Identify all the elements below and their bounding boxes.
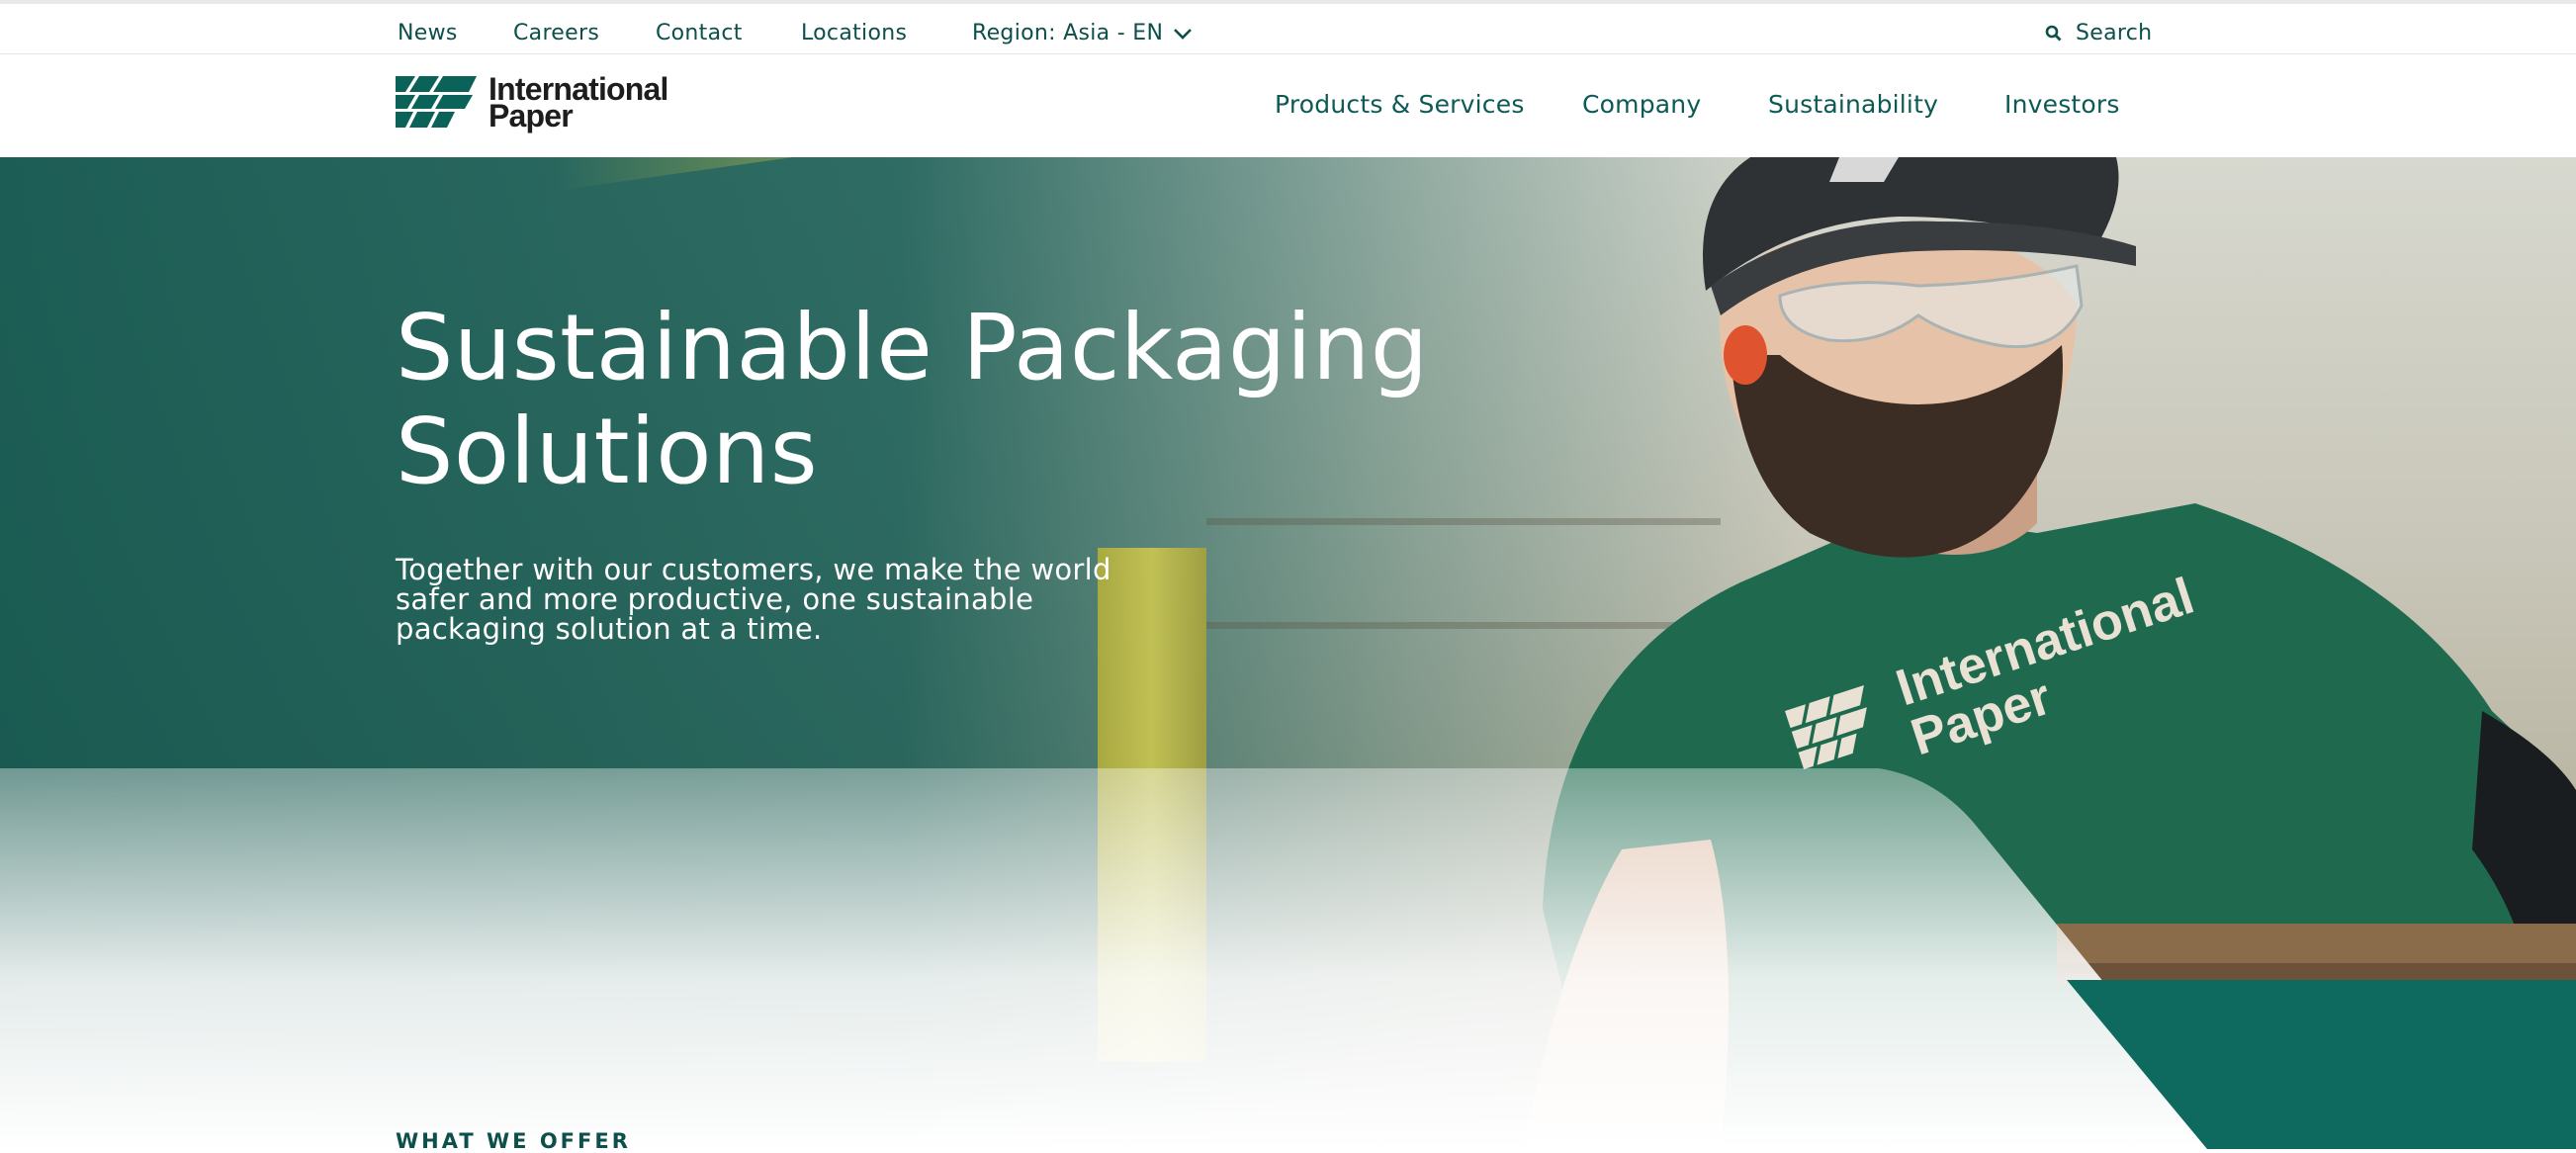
search-label: Search	[2076, 21, 2153, 45]
hero-title: Sustainable Packaging Solutions	[396, 296, 1582, 503]
nav-products-services[interactable]: Products & Services	[1275, 90, 1525, 119]
region-selector[interactable]: Region: Asia - EN	[972, 21, 1193, 45]
hero-section: International Paper Sustainable Packagin…	[0, 157, 2576, 1149]
nav-company[interactable]: Company	[1582, 90, 1701, 119]
nav-locations-link[interactable]: Locations	[801, 21, 907, 45]
hero-title-line2: Solutions	[396, 399, 819, 504]
nav-contact-link[interactable]: Contact	[656, 21, 743, 45]
logo-icon	[396, 76, 477, 128]
search-icon	[2045, 25, 2062, 42]
main-nav: International Paper Products & Services …	[0, 54, 2576, 157]
region-label: Region: Asia - EN	[972, 21, 1164, 45]
hero-subtitle: Together with our customers, we make the…	[396, 553, 1111, 646]
hero-title-line1: Sustainable Packaging	[396, 295, 1429, 400]
utility-bar: News Careers Contact Locations Region: A…	[0, 0, 2576, 54]
brand-wordmark: International Paper	[489, 73, 668, 133]
search-button[interactable]: Search	[2045, 21, 2152, 45]
nav-sustainability[interactable]: Sustainability	[1768, 90, 1938, 119]
nav-investors[interactable]: Investors	[2004, 90, 2120, 119]
chevron-down-icon	[1174, 28, 1193, 40]
hero-wave-overlay	[0, 768, 2576, 1149]
nav-news-link[interactable]: News	[398, 21, 458, 45]
nav-careers-link[interactable]: Careers	[513, 21, 599, 45]
section-eyebrow: WHAT WE OFFER	[396, 1129, 631, 1153]
brand-name-line2: Paper	[489, 98, 574, 133]
brand-logo-link[interactable]: International Paper	[396, 73, 668, 133]
